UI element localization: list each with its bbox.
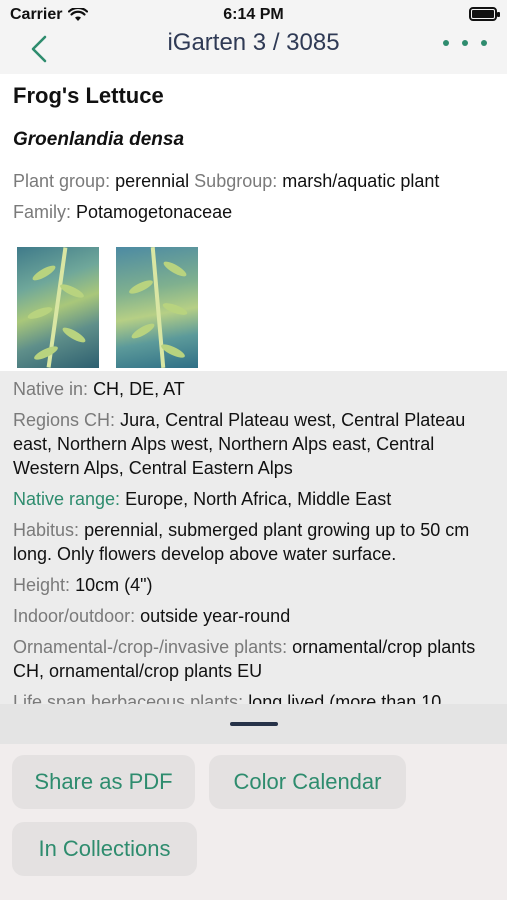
navigation-bar: iGarten 3 / 3085 (0, 28, 507, 74)
family-value: Potamogetonaceae (76, 202, 233, 222)
plant-header-section: Frog's Lettuce Groenlandia densa Plant g… (0, 74, 507, 371)
detail-row-native-in: Native in: CH, DE, AT (13, 377, 494, 401)
family-label: Family: (13, 202, 71, 222)
plant-photo[interactable] (17, 247, 99, 368)
more-dot-icon (443, 40, 449, 46)
native-range-link[interactable]: Native range: (13, 489, 120, 509)
detail-label: Indoor/outdoor: (13, 606, 136, 626)
more-dot-icon (481, 40, 487, 46)
plant-name: Frog's Lettuce (13, 83, 164, 108)
drag-handle[interactable] (230, 722, 278, 726)
detail-label: Ornamental-/crop-/invasive plants: (13, 637, 288, 657)
plant-photo[interactable] (116, 247, 198, 368)
status-time: 6:14 PM (223, 6, 284, 23)
detail-value: perennial, submerged plant growing up to… (13, 520, 470, 564)
detail-value: 10cm (4") (75, 575, 153, 595)
detail-value: CH, DE, AT (93, 379, 185, 399)
detail-label: Regions CH: (13, 410, 116, 430)
detail-label: Habitus: (13, 520, 80, 540)
plant-group-label: Plant group: (13, 171, 111, 191)
detail-row-ornamental: Ornamental-/crop-/invasive plants: ornam… (13, 635, 494, 683)
more-dot-icon (462, 40, 468, 46)
plant-group-row: Plant group: perennial Subgroup: marsh/a… (13, 169, 494, 193)
page-title: iGarten 3 / 3085 (167, 29, 340, 56)
plant-latin-name: Groenlandia densa (13, 129, 185, 150)
detail-row-height: Height: 10cm (4") (13, 573, 494, 597)
detail-label: Native in: (13, 379, 89, 399)
detail-row-regions-ch: Regions CH: Jura, Central Plateau west, … (13, 408, 494, 480)
plant-details-section: Native in: CH, DE, AT Regions CH: Jura, … (0, 371, 507, 704)
battery-icon (469, 7, 500, 21)
action-sheet: Share as PDF Color Calendar In Collectio… (0, 704, 507, 900)
detail-row-native-range[interactable]: Native range: Europe, North Africa, Midd… (13, 487, 494, 511)
detail-row-life-span: Life span herbaceous plants: long lived … (13, 690, 494, 704)
color-calendar-button[interactable]: Color Calendar (209, 755, 406, 809)
detail-value: Europe, North Africa, Middle East (125, 489, 392, 509)
plant-image-gallery (13, 247, 494, 371)
plant-detail-content[interactable]: Frog's Lettuce Groenlandia densa Plant g… (0, 74, 507, 704)
subgroup-value: marsh/aquatic plant (282, 171, 440, 191)
detail-row-indoor-outdoor: Indoor/outdoor: outside year-round (13, 604, 494, 628)
subgroup-label: Subgroup: (194, 171, 278, 191)
in-collections-button[interactable]: In Collections (12, 822, 197, 876)
sheet-header (0, 704, 507, 744)
plant-group-value: perennial (115, 171, 190, 191)
detail-row-habitus: Habitus: perennial, submerged plant grow… (13, 518, 494, 566)
family-row: Family: Potamogetonaceae (13, 200, 494, 224)
detail-label: Life span herbaceous plants: (13, 692, 244, 704)
status-bar: Carrier 6:14 PM (0, 0, 507, 28)
detail-value: long lived (more than 10 (248, 692, 442, 704)
detail-label: Height: (13, 575, 71, 595)
share-pdf-button[interactable]: Share as PDF (12, 755, 195, 809)
more-options-button[interactable] (443, 28, 487, 58)
detail-value: outside year-round (140, 606, 291, 626)
